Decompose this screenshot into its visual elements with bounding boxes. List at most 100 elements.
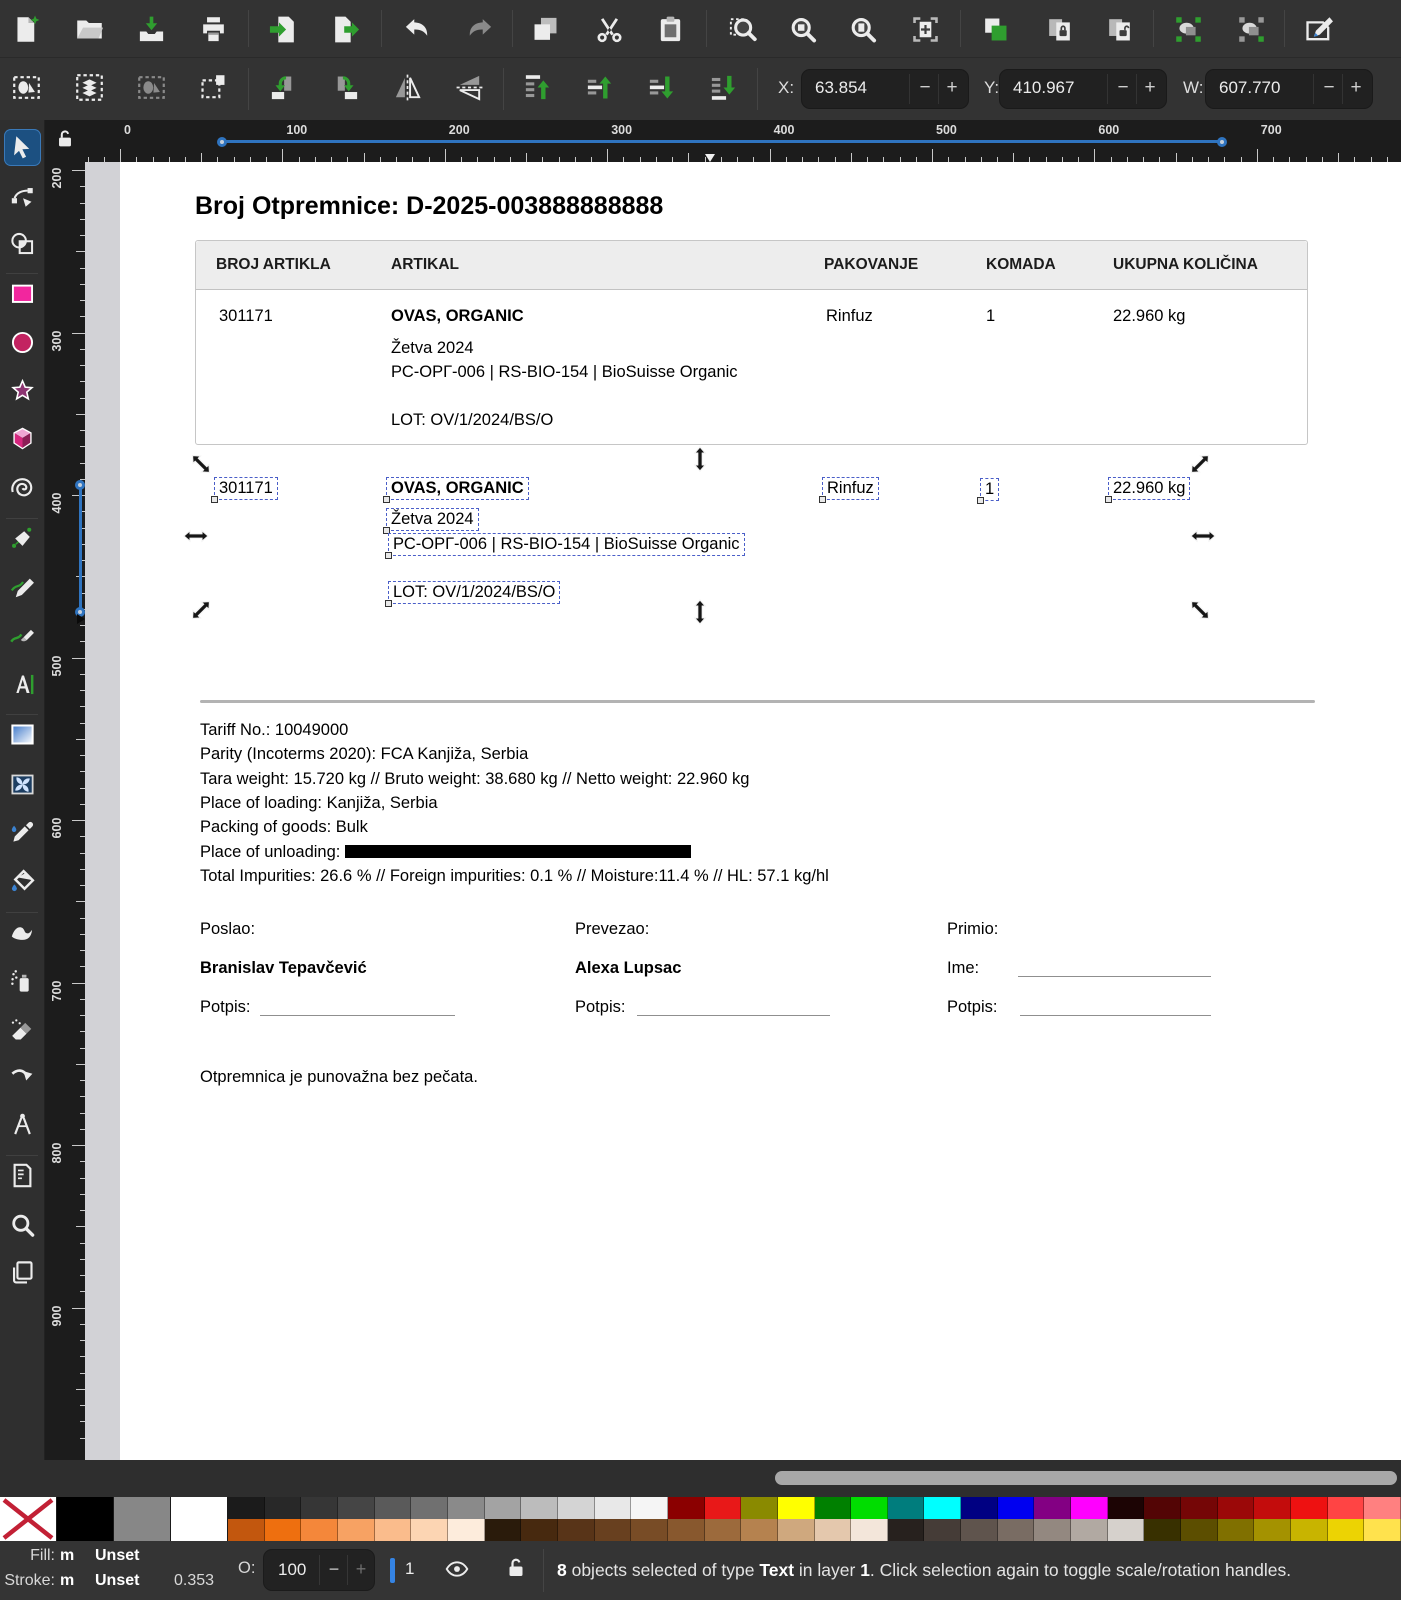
tool-mesh-gradient[interactable] [4, 766, 41, 803]
palette-swatch[interactable] [1327, 1519, 1365, 1541]
raise-button[interactable] [577, 65, 621, 109]
palette-swatch[interactable] [521, 1497, 558, 1519]
selected-text-object[interactable]: 301171 [211, 477, 278, 503]
tool-paint-bucket[interactable] [4, 863, 41, 900]
vertical-ruler[interactable]: 200 300 400 500 600 700 800 900 [45, 162, 85, 1460]
zoom-selection-button[interactable] [720, 7, 764, 51]
palette-swatch[interactable] [1107, 1519, 1145, 1541]
selected-text-object[interactable]: РС-ОРГ-006 | RS-BIO-154 | BioSuisse Orga… [385, 533, 745, 559]
palette-swatch[interactable] [301, 1519, 338, 1541]
tool-star[interactable] [4, 373, 41, 410]
palette-swatch[interactable] [704, 1497, 742, 1519]
save-document-button[interactable] [129, 7, 173, 51]
opacity-decrease-button[interactable]: − [320, 1559, 348, 1580]
tool-box-3d[interactable] [4, 420, 41, 457]
palette-swatch[interactable] [1107, 1497, 1145, 1519]
palette-swatch[interactable] [337, 1497, 375, 1519]
flip-vertical-button[interactable] [447, 65, 491, 109]
horizontal-ruler[interactable]: 0 100 200 300 400 500 600 700 [85, 120, 1401, 162]
palette-swatch[interactable] [1071, 1497, 1108, 1519]
w-decrease-button[interactable]: − [1316, 77, 1342, 99]
palette-swatch[interactable] [594, 1497, 632, 1519]
palette-swatch[interactable] [301, 1497, 338, 1519]
palette-swatch[interactable] [887, 1497, 925, 1519]
tool-gradient[interactable] [4, 716, 41, 753]
duplicate-button[interactable] [973, 7, 1017, 51]
palette-swatch[interactable] [1291, 1497, 1328, 1519]
layer-lock-icon[interactable] [504, 1556, 532, 1584]
palette-swatch[interactable] [1254, 1497, 1292, 1519]
tool-shape-builder[interactable] [4, 225, 41, 262]
palette-swatch[interactable] [851, 1519, 888, 1541]
palette-swatch[interactable] [1364, 1497, 1401, 1519]
palette-swatch[interactable] [484, 1519, 522, 1541]
lower-button[interactable] [639, 65, 683, 109]
tool-spiral[interactable] [4, 469, 41, 506]
y-value[interactable]: 410.967 [1013, 78, 1074, 98]
palette-swatch[interactable] [1144, 1497, 1182, 1519]
palette-swatch[interactable] [924, 1497, 962, 1519]
w-value[interactable]: 607.770 [1219, 78, 1280, 98]
selection-handle-ne[interactable] [1187, 451, 1213, 477]
selection-handle-w[interactable] [183, 523, 209, 549]
tool-pencil[interactable] [4, 568, 41, 605]
palette-swatch[interactable] [1364, 1519, 1401, 1541]
palette-swatch[interactable] [1181, 1519, 1218, 1541]
open-document-button[interactable] [67, 7, 111, 51]
palette-swatch[interactable] [594, 1519, 632, 1541]
canvas[interactable]: Broj Otpremnice: D-2025-003888888888 BRO… [85, 162, 1401, 1460]
palette-swatch[interactable] [887, 1519, 925, 1541]
print-document-button[interactable] [191, 7, 235, 51]
select-all-layers-button[interactable] [67, 65, 111, 109]
select-all-button[interactable] [4, 65, 48, 109]
w-increase-button[interactable]: + [1343, 77, 1369, 99]
guide-lock-icon[interactable] [54, 128, 76, 155]
tool-pen[interactable] [4, 520, 41, 557]
palette-swatch[interactable] [814, 1519, 852, 1541]
palette-swatch[interactable] [1291, 1519, 1328, 1541]
undo-button[interactable] [395, 7, 439, 51]
palette-swatch[interactable] [337, 1519, 375, 1541]
selected-text-object[interactable]: LOT: OV/1/2024/BS/O [385, 581, 561, 607]
zoom-drawing-button[interactable] [780, 7, 824, 51]
tool-zoom[interactable] [4, 1207, 41, 1244]
palette-swatch[interactable] [741, 1497, 778, 1519]
tool-measure[interactable] [4, 1106, 41, 1143]
palette-swatch[interactable] [1034, 1497, 1072, 1519]
palette-swatch[interactable] [631, 1497, 668, 1519]
selection-handle-sw[interactable] [188, 597, 214, 623]
tool-rectangle[interactable] [4, 275, 41, 312]
redo-button[interactable] [457, 7, 501, 51]
ungroup-objects-button[interactable] [1229, 7, 1273, 51]
palette-swatch[interactable] [1217, 1519, 1255, 1541]
palette-swatch[interactable] [1181, 1497, 1218, 1519]
palette-swatch[interactable] [1034, 1519, 1072, 1541]
tool-ellipse[interactable] [4, 324, 41, 361]
palette-swatch[interactable] [557, 1497, 595, 1519]
palette-swatch[interactable] [997, 1497, 1035, 1519]
selected-text-object[interactable]: Rinfuz [819, 477, 879, 503]
selection-handle-se[interactable] [1187, 597, 1213, 623]
zoom-page-button[interactable] [840, 7, 884, 51]
palette-swatch[interactable] [1144, 1519, 1182, 1541]
fill-stroke-dialog-button[interactable] [1296, 7, 1340, 51]
tool-eraser[interactable] [4, 1012, 41, 1049]
tool-spray[interactable] [4, 963, 41, 1000]
palette-swatch[interactable] [1327, 1497, 1365, 1519]
palette-swatch[interactable] [851, 1497, 888, 1519]
opacity-spinbox[interactable]: 100 − + [263, 1549, 375, 1591]
palette-swatch[interactable] [741, 1519, 778, 1541]
copy-button[interactable] [523, 7, 567, 51]
tool-calligraphy[interactable] [4, 617, 41, 654]
stroke-indicator[interactable]: Stroke: m Unset 0.353 [0, 1572, 240, 1596]
palette-swatch[interactable] [924, 1519, 962, 1541]
opacity-increase-button[interactable]: + [348, 1559, 374, 1580]
export-document-button[interactable] [323, 7, 367, 51]
toggle-selection-cue-button[interactable] [191, 65, 235, 109]
palette-swatch[interactable] [228, 1497, 265, 1519]
rotate-90-cw-button[interactable] [323, 65, 367, 109]
palette-swatch[interactable] [374, 1497, 412, 1519]
tool-text[interactable] [4, 666, 41, 703]
selection-handle-nw[interactable] [188, 451, 214, 477]
opacity-value[interactable]: 100 [278, 1560, 306, 1580]
